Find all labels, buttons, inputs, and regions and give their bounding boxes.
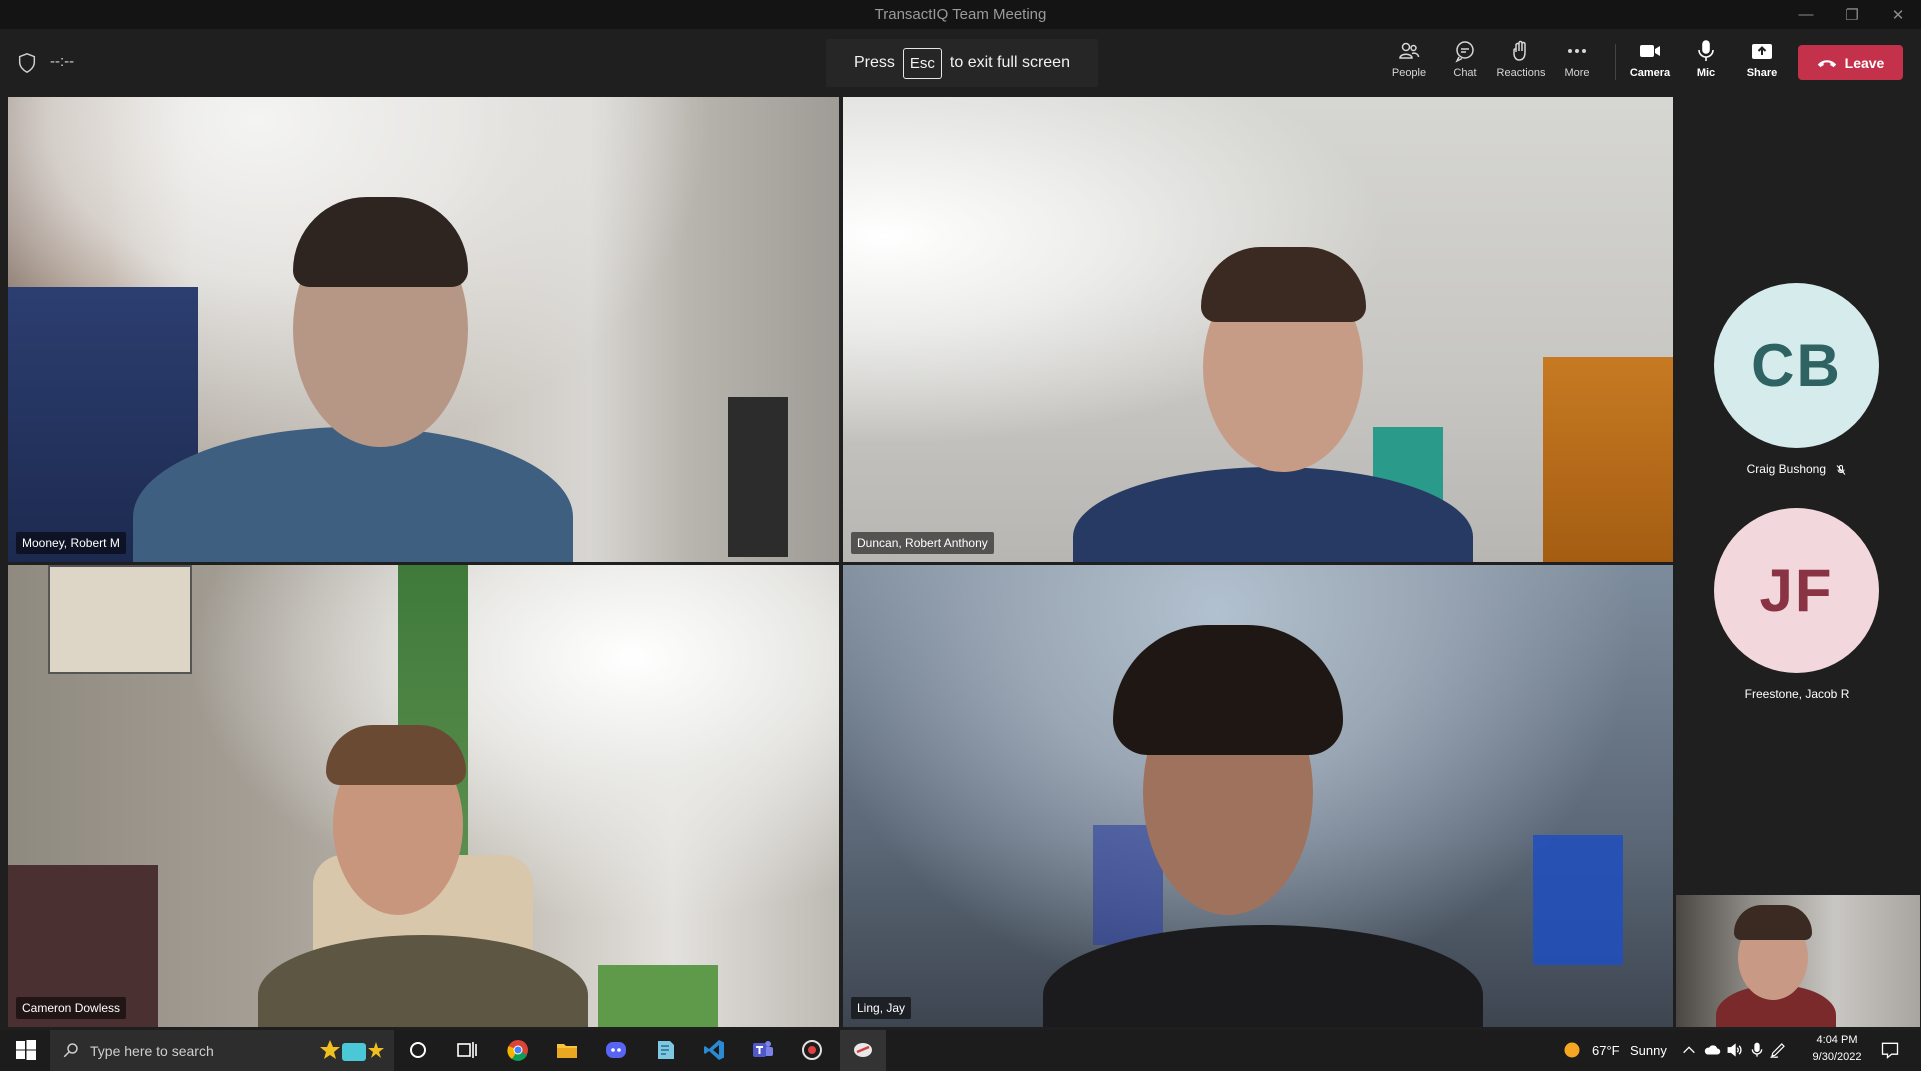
chat-button[interactable]: Chat (1437, 39, 1493, 91)
reactions-label: Reactions (1496, 67, 1546, 79)
share-icon (1752, 44, 1772, 59)
minimize-icon[interactable]: — (1783, 0, 1829, 29)
person-hair (326, 725, 466, 785)
more-button[interactable]: More (1549, 39, 1605, 91)
video-tile[interactable]: Mooney, Robert M (8, 97, 839, 562)
esc-press-text: Press (854, 54, 895, 71)
clock-time[interactable]: 4:04 PM (1810, 1034, 1864, 1046)
mic-icon (1698, 40, 1714, 61)
avatar[interactable]: JF (1714, 508, 1879, 673)
restore-icon[interactable]: ❐ (1829, 0, 1875, 29)
windows-taskbar: Type here to search 67°F Sunny 4:04 PM 9… (0, 1030, 1921, 1071)
volume-icon[interactable] (1726, 1041, 1744, 1059)
avatar[interactable]: CB (1714, 283, 1879, 448)
onedrive-icon[interactable] (1703, 1041, 1721, 1059)
search-highlight-icon (320, 1040, 384, 1061)
more-icon (1568, 49, 1586, 53)
participant-name: Craig Bushong (1667, 462, 1921, 476)
camera-icon (1640, 45, 1660, 57)
video-tile[interactable]: Cameron Dowless (8, 565, 839, 1027)
discord-icon[interactable] (604, 1038, 628, 1062)
reactions-icon (1513, 40, 1526, 61)
person-hair (1201, 247, 1366, 322)
wooden-cabinet (1543, 357, 1673, 562)
close-icon[interactable]: ✕ (1875, 0, 1921, 29)
participant-name-label: Freestone, Jacob R (1744, 687, 1850, 701)
fullscreen-banner: Press Esc to exit full screen (826, 39, 1098, 87)
people-button[interactable]: People (1381, 39, 1437, 91)
self-view-tile[interactable] (1676, 895, 1920, 1027)
search-icon (63, 1043, 78, 1058)
leave-label: Leave (1844, 54, 1885, 71)
camera-label: Camera (1629, 67, 1671, 79)
phone-hangup-icon (1817, 59, 1836, 67)
leave-button[interactable]: Leave (1798, 45, 1903, 80)
taskbar-search[interactable]: Type here to search (50, 1030, 394, 1071)
window-titlebar: TransactIQ Team Meeting — ❐ ✕ (0, 0, 1921, 29)
esc-rest-text: to exit full screen (949, 54, 1070, 71)
camera-button[interactable]: Camera (1622, 39, 1678, 91)
video-tile[interactable]: Ling, Jay (843, 565, 1673, 1027)
butterfly-poster (48, 565, 192, 674)
task-view-icon[interactable] (455, 1038, 479, 1062)
cortana-icon[interactable] (406, 1038, 430, 1062)
avatar-initials: CB (1751, 332, 1842, 399)
participant-name-tag: Cameron Dowless (16, 997, 127, 1019)
esc-key: Esc (902, 47, 942, 79)
pen-icon[interactable] (1769, 1041, 1787, 1059)
mic-muted-icon (1836, 464, 1846, 475)
teams-icon[interactable] (751, 1038, 775, 1062)
search-placeholder: Type here to search (90, 1042, 214, 1059)
share-label: Share (1746, 67, 1778, 79)
person-hair (1734, 905, 1812, 940)
window-title: TransactIQ Team Meeting (874, 6, 1047, 23)
people-label: People (1391, 67, 1427, 79)
meeting-toolbar: --:-- Press Esc to exit full screen Peop… (0, 29, 1921, 97)
weather-temperature[interactable]: 67°F (1592, 1043, 1620, 1058)
chevron-up-icon[interactable] (1681, 1042, 1697, 1058)
weather-description[interactable]: Sunny (1630, 1043, 1667, 1058)
chrome-icon[interactable] (506, 1038, 530, 1062)
weather-sun-icon[interactable] (1562, 1040, 1582, 1060)
chat-icon (1455, 41, 1474, 63)
toolbar-divider (1615, 44, 1616, 80)
people-icon (1399, 42, 1420, 59)
meeting-timer: --:-- (50, 53, 75, 70)
snipping-tool-icon[interactable] (851, 1038, 875, 1062)
participant-name-label: Craig Bushong (1746, 462, 1827, 476)
windows-start-icon[interactable] (14, 1038, 38, 1062)
microphone-tray-icon[interactable] (1749, 1041, 1765, 1059)
notification-icon[interactable] (1880, 1040, 1900, 1060)
mic-button[interactable]: Mic (1678, 39, 1734, 91)
vscode-icon[interactable] (702, 1038, 726, 1062)
mic-label: Mic (1696, 67, 1716, 79)
chat-label: Chat (1453, 67, 1477, 79)
clock-date[interactable]: 9/30/2022 (1805, 1051, 1869, 1063)
reactions-button[interactable]: Reactions (1493, 39, 1549, 91)
doorway (728, 397, 788, 557)
participant-name-tag: Ling, Jay (851, 997, 912, 1019)
app-icon[interactable] (800, 1038, 824, 1062)
shield-icon[interactable] (16, 52, 38, 74)
video-tile[interactable]: Duncan, Robert Anthony (843, 97, 1673, 562)
participant-name: Freestone, Jacob R (1667, 687, 1921, 701)
green-floor (598, 965, 718, 1027)
share-button[interactable]: Share (1734, 39, 1790, 91)
blue-object (1533, 835, 1623, 965)
avatar-initials: JF (1759, 557, 1834, 624)
file-explorer-icon[interactable] (555, 1038, 579, 1062)
participant-name-tag: Mooney, Robert M (16, 532, 126, 554)
notes-app-icon[interactable] (653, 1038, 677, 1062)
more-label: More (1564, 67, 1590, 79)
participant-name-tag: Duncan, Robert Anthony (851, 532, 994, 554)
